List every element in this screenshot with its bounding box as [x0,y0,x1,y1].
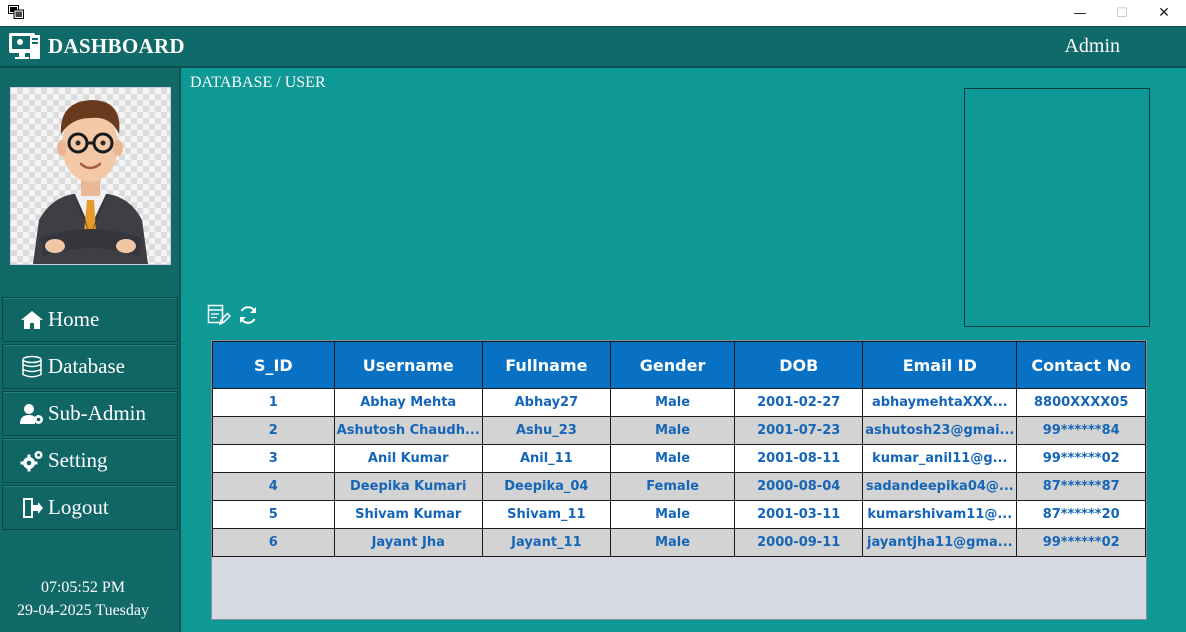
gear-icon [19,449,45,473]
app-icon [8,5,24,19]
table-cell[interactable]: 8800XXXX05 [1016,388,1146,417]
table-cell[interactable]: 87******20 [1016,500,1146,529]
table-cell[interactable]: Ashu_23 [481,416,611,445]
table-row[interactable]: 6 Jayant Jha Jayant_11 Male 2000-09-11 j… [212,528,1146,557]
table-cell[interactable]: Ashutosh Chaudh... [333,416,483,445]
table-cell[interactable]: 2001-08-11 [734,444,864,473]
edit-table-icon[interactable] [207,303,231,327]
table-cell[interactable]: 2000-09-11 [734,528,864,557]
database-icon [19,355,45,379]
table-row[interactable]: 2 Ashutosh Chaudh... Ashu_23 Male 2001-0… [212,416,1146,445]
home-icon [19,308,45,332]
table-cell[interactable]: sadandeepika04@... [862,472,1018,501]
table-row[interactable]: 3 Anil Kumar Anil_11 Male 2001-08-11 kum… [212,444,1146,473]
user-photo-box [964,88,1150,327]
column-header[interactable]: Contact No [1016,341,1146,389]
user-gear-icon [19,402,45,426]
table-cell[interactable]: Abhay27 [481,388,611,417]
table-cell[interactable]: 99******84 [1016,416,1146,445]
table-row[interactable]: 4 Deepika Kumari Deepika_04 Female 2000-… [212,472,1146,501]
column-header[interactable]: Email ID [862,341,1018,389]
logout-icon [19,496,45,520]
table-cell[interactable]: Shivam Kumar [333,500,483,529]
table-row[interactable]: 5 Shivam Kumar Shivam_11 Male 2001-03-11… [212,500,1146,529]
user-table[interactable]: S_ID Username Fullname Gender DOB Email … [211,340,1147,620]
sidebar-item-database[interactable]: Database [2,344,178,389]
main-content: DATABASE / USER S_ID Username Fullname G… [181,68,1186,632]
table-cell[interactable]: 99******02 [1016,528,1146,557]
table-cell[interactable]: Anil Kumar [333,444,483,473]
table-cell[interactable]: Male [609,528,736,557]
header-title: DASHBOARD [48,34,185,58]
sidebar-item-sub-admin[interactable]: Sub-Admin [2,391,178,436]
column-header[interactable]: S_ID [212,341,335,389]
table-cell[interactable]: 2001-07-23 [734,416,864,445]
table-cell[interactable]: Deepika Kumari [333,472,483,501]
table-cell[interactable]: kumar_anil11@g... [862,444,1018,473]
table-cell[interactable]: Shivam_11 [481,500,611,529]
table-cell[interactable]: 87******87 [1016,472,1146,501]
table-cell[interactable]: Jayant_11 [481,528,611,557]
table-cell[interactable]: Male [609,388,736,417]
table-cell[interactable]: 1 [212,388,335,417]
table-cell[interactable]: 2001-03-11 [734,500,864,529]
table-cell[interactable]: ashutosh23@gmai... [862,416,1018,445]
clock-time: 07:05:52 PM [40,579,125,596]
sidebar-item-label: Database [48,354,125,378]
table-cell[interactable]: Anil_11 [481,444,611,473]
table-cell[interactable]: 6 [212,528,335,557]
sidebar: Home Database Sub-Admin Setting Logout 0… [0,68,181,632]
sidebar-item-label: Home [48,307,100,331]
table-cell[interactable]: 2 [212,416,335,445]
column-header[interactable]: Gender [609,341,736,389]
column-header[interactable]: Username [333,341,483,389]
table-cell[interactable]: Deepika_04 [481,472,611,501]
avatar [10,87,171,265]
header-user: Admin [1064,35,1120,57]
dashboard-logo-icon [8,31,41,61]
app-header: DASHBOARD Admin [0,26,1186,68]
breadcrumb: DATABASE / USER [190,74,326,91]
minimize-button[interactable]: — [1058,0,1102,26]
table-cell[interactable]: 5 [212,500,335,529]
table-cell[interactable]: Female [609,472,736,501]
sidebar-item-logout[interactable]: Logout [2,485,178,530]
table-cell[interactable]: 4 [212,472,335,501]
maximize-button[interactable]: ☐ [1100,0,1144,26]
close-button[interactable]: ✕ [1142,0,1186,26]
column-header[interactable]: Fullname [481,341,611,389]
user-table-grid: S_ID Username Fullname Gender DOB Email … [212,341,1146,557]
sidebar-item-label: Sub-Admin [48,401,147,425]
table-cell[interactable]: Male [609,416,736,445]
clock-date: 29-04-2025 Tuesday [16,602,149,619]
table-cell[interactable]: Male [609,444,736,473]
table-cell[interactable]: kumarshivam11@... [862,500,1018,529]
sidebar-item-home[interactable]: Home [2,297,178,342]
table-cell[interactable]: 99******02 [1016,444,1146,473]
table-cell[interactable]: 2000-08-04 [734,472,864,501]
column-header[interactable]: DOB [734,341,864,389]
sidebar-item-label: Logout [48,495,109,519]
table-row[interactable]: 1 Abhay Mehta Abhay27 Male 2001-02-27 ab… [212,388,1146,417]
sidebar-item-setting[interactable]: Setting [2,438,178,483]
table-header-row: S_ID Username Fullname Gender DOB Email … [212,341,1146,389]
table-cell[interactable]: Male [609,500,736,529]
table-cell[interactable]: Abhay Mehta [333,388,483,417]
sidebar-item-label: Setting [48,448,108,472]
refresh-icon[interactable] [236,303,260,327]
table-cell[interactable]: 3 [212,444,335,473]
table-cell[interactable]: 2001-02-27 [734,388,864,417]
table-cell[interactable]: jayantjha11@gma... [862,528,1018,557]
table-cell[interactable]: Jayant Jha [333,528,483,557]
table-cell[interactable]: abhaymehtaXXX... [862,388,1018,417]
window-titlebar: — ☐ ✕ [0,0,1186,26]
